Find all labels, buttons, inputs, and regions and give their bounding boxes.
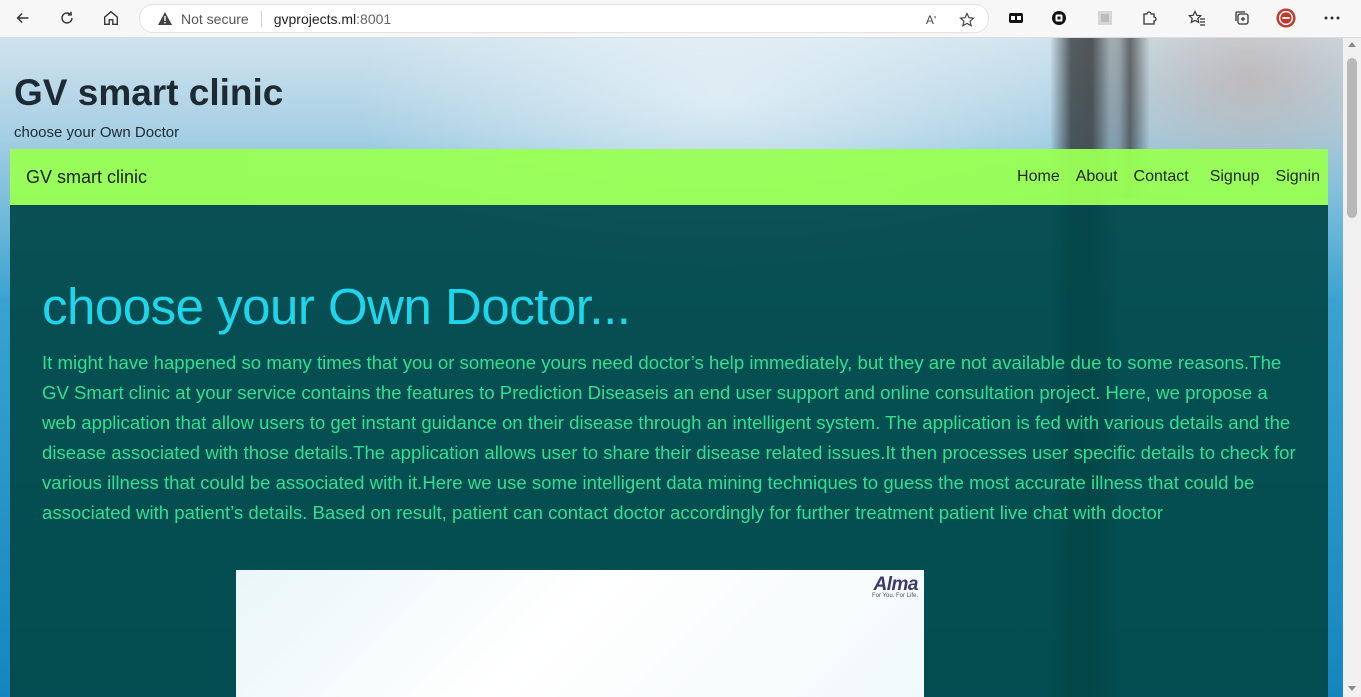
page-viewport: GV smart clinic choose your Own Doctor G…: [0, 38, 1343, 697]
profile-avatar-icon[interactable]: [1276, 8, 1296, 28]
read-aloud-icon[interactable]: Aʹ: [922, 11, 940, 29]
hero-image: Alma For You. For Life.: [236, 570, 924, 697]
divider: [260, 10, 262, 27]
scroll-thumb[interactable]: [1347, 58, 1357, 218]
hero-heading: choose your Own Doctor...: [42, 278, 631, 335]
nav-home[interactable]: Home: [1017, 168, 1060, 186]
nav-signin[interactable]: Signin: [1276, 168, 1320, 186]
nav-contact[interactable]: Contact: [1134, 168, 1189, 186]
warning-icon[interactable]: [157, 11, 173, 26]
address-bar[interactable]: Not secure gvprojects.ml:8001 Aʹ: [139, 4, 989, 33]
navbar: GV smart clinic Home About Contact Signu…: [10, 149, 1328, 205]
nav-signup[interactable]: Signup: [1210, 168, 1260, 186]
refresh-icon[interactable]: [56, 7, 78, 29]
alma-logo: Alma For You. For Life.: [871, 574, 919, 599]
browser-toolbar: Not secure gvprojects.ml:8001 Aʹ: [0, 0, 1361, 38]
extension-icon[interactable]: [1095, 8, 1115, 28]
nav-links: Home About Contact Signup Signin: [1001, 168, 1320, 186]
collections-icon[interactable]: [1232, 8, 1252, 28]
site-subtitle: choose your Own Doctor: [14, 124, 180, 141]
not-secure-label[interactable]: Not secure: [181, 11, 249, 27]
navbar-brand[interactable]: GV smart clinic: [26, 167, 147, 188]
extension-icon[interactable]: [1006, 8, 1026, 28]
vertical-scrollbar[interactable]: [1343, 38, 1361, 697]
hero-panel: choose your Own Doctor... It might have …: [10, 205, 1328, 697]
extension-icon[interactable]: [1049, 8, 1069, 28]
favorites-icon[interactable]: [1187, 8, 1207, 28]
nav-about[interactable]: About: [1076, 168, 1118, 186]
url-text[interactable]: gvprojects.ml:8001: [274, 11, 392, 27]
url-host: gvprojects.ml: [273, 10, 357, 27]
scroll-up-arrow-icon[interactable]: [1348, 42, 1356, 47]
hero-description: It might have happened so many times tha…: [42, 352, 1296, 523]
back-arrow-icon[interactable]: [12, 7, 34, 29]
logo-tagline: For You. For Life.: [871, 593, 918, 599]
home-icon[interactable]: [100, 7, 122, 29]
favorite-star-icon[interactable]: [958, 11, 976, 29]
url-port: :8001: [356, 10, 392, 27]
site-title: GV smart clinic: [14, 72, 284, 113]
more-options-icon[interactable]: [1322, 8, 1342, 28]
scroll-down-arrow-icon[interactable]: [1348, 686, 1356, 691]
puzzle-icon[interactable]: [1139, 8, 1159, 28]
